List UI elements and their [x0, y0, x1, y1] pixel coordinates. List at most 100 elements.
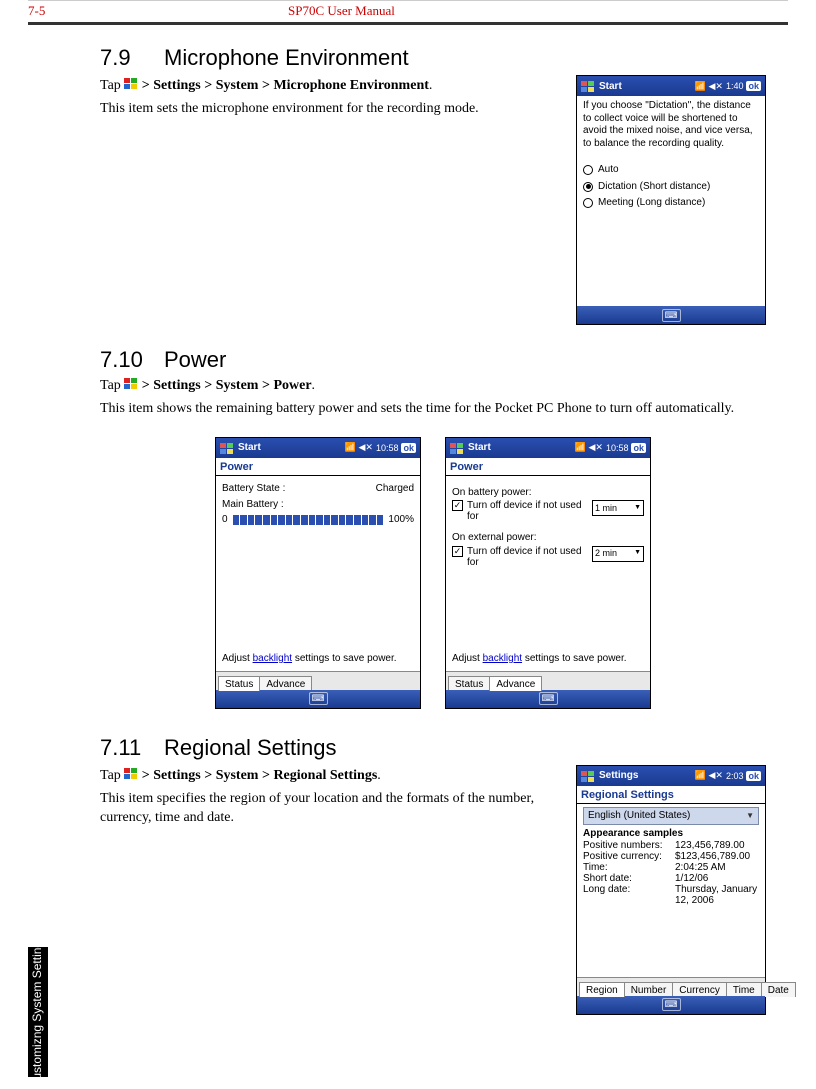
turnoff-label: Turn off device if not used for [467, 546, 588, 568]
titlebar-status-icons: 📶 ◀✕ 2:03 ok [695, 770, 761, 781]
screenshot-mic-env: Start 📶 ◀✕ 1:40 ok If you choose "Dictat… [576, 75, 766, 325]
tab-number[interactable]: Number [624, 982, 674, 997]
titlebar-title: Start [238, 442, 345, 453]
heading-number: 7.11 [100, 735, 164, 761]
backlight-hint: Adjust backlight settings to save power. [450, 651, 646, 672]
heading-title: Regional Settings [164, 735, 336, 760]
radio-option[interactable]: Meeting (Long distance) [583, 197, 759, 210]
tab-status[interactable]: Status [218, 676, 260, 691]
radio-label: Auto [598, 164, 619, 177]
screen-subtitle: Power [216, 458, 420, 475]
ok-button[interactable]: ok [401, 443, 416, 453]
sample-row: Positive currency:$123,456,789.00 [583, 851, 759, 862]
desc-7-9: This item sets the microphone environmen… [100, 100, 558, 119]
backlight-hint: Adjust backlight settings to save power. [220, 651, 416, 672]
duration-select[interactable]: 2 min [592, 546, 644, 562]
windows-flag-icon [124, 78, 138, 90]
titlebar-title: Start [599, 81, 695, 92]
desc-7-11: This item specifies the region of your l… [100, 790, 558, 828]
radio-label: Meeting (Long distance) [598, 197, 705, 210]
radio-option[interactable]: Auto [583, 164, 759, 177]
battery-state-value: Charged [376, 483, 414, 496]
screenshot-regional: Settings 📶 ◀✕ 2:03 ok Regional Settings … [576, 765, 766, 1015]
keyboard-icon[interactable]: ⌨ [662, 998, 681, 1011]
heading-number: 7.9 [100, 45, 164, 71]
backlight-link[interactable]: backlight [253, 653, 292, 664]
sample-value: $123,456,789.00 [675, 851, 759, 862]
titlebar-title: Start [468, 442, 575, 453]
desc-7-10: This item shows the remaining battery po… [100, 400, 766, 419]
titlebar-title: Settings [599, 770, 695, 781]
tab-status[interactable]: Status [448, 676, 490, 691]
tap-path-7-9: Tap > Settings > System > Microphone Env… [100, 77, 558, 96]
screenshot-power-advance: Start 📶 ◀✕ 10:58 ok Power On battery pow… [445, 437, 651, 709]
power-group-label: On battery power: [452, 487, 644, 500]
tap-path-7-11: Tap > Settings > System > Regional Setti… [100, 767, 558, 786]
heading-7-11: 7.11Regional Settings [100, 735, 766, 761]
screen-subtitle: Power [446, 458, 650, 475]
heading-title: Power [164, 347, 226, 372]
windows-flag-icon [581, 771, 595, 783]
windows-flag-icon [581, 81, 595, 93]
battery-state-label: Battery State : [222, 483, 285, 496]
screen-subtitle: Regional Settings [577, 786, 765, 803]
ok-button[interactable]: ok [746, 771, 761, 781]
keyboard-icon[interactable]: ⌨ [309, 692, 328, 705]
titlebar-status-icons: 📶 ◀✕ 10:58 ok [575, 442, 646, 453]
tab-currency[interactable]: Currency [672, 982, 727, 997]
page-number: 7-5 [28, 3, 288, 19]
heading-title: Microphone Environment [164, 45, 409, 70]
locale-select[interactable]: English (United States) [583, 807, 759, 825]
sample-key: Time: [583, 862, 675, 873]
tab-advance[interactable]: Advance [259, 676, 312, 691]
sample-row: Time:2:04:25 AM [583, 862, 759, 873]
sample-key: Positive currency: [583, 851, 675, 862]
windows-flag-icon [124, 768, 138, 780]
ok-button[interactable]: ok [631, 443, 646, 453]
radio-icon [583, 182, 593, 192]
sample-value: 2:04:25 AM [675, 862, 759, 873]
heading-7-10: 7.10Power [100, 347, 766, 373]
duration-select[interactable]: 1 min [592, 500, 644, 516]
windows-flag-icon [124, 378, 138, 390]
radio-icon [583, 165, 593, 175]
checkbox[interactable] [452, 546, 463, 557]
keyboard-icon[interactable]: ⌨ [662, 309, 681, 322]
radio-label: Dictation (Short distance) [598, 181, 710, 194]
turnoff-label: Turn off device if not used for [467, 500, 588, 522]
sample-row: Positive numbers:123,456,789.00 [583, 840, 759, 851]
sample-value: Thursday, January 12, 2006 [675, 884, 759, 906]
titlebar-status-icons: 📶 ◀✕ 1:40 ok [695, 81, 761, 92]
backlight-link[interactable]: backlight [483, 653, 522, 664]
sample-row: Long date:Thursday, January 12, 2006 [583, 884, 759, 906]
keyboard-icon[interactable]: ⌨ [539, 692, 558, 705]
main-battery-label: Main Battery : [222, 499, 414, 512]
radio-option[interactable]: Dictation (Short distance) [583, 181, 759, 194]
sample-value: 123,456,789.00 [675, 840, 759, 851]
mic-env-hint: If you choose "Dictation", the distance … [583, 100, 759, 150]
heading-7-9: 7.9Microphone Environment [100, 45, 766, 71]
screenshot-power-status: Start 📶 ◀✕ 10:58 ok Power Battery State … [215, 437, 421, 709]
progress-max: 100% [388, 514, 414, 527]
sample-value: 1/12/06 [675, 873, 759, 884]
section-side-tab: Customizng System Settings [28, 947, 48, 1077]
sample-row: Short date:1/12/06 [583, 873, 759, 884]
windows-flag-icon [450, 443, 464, 455]
tab-time[interactable]: Time [726, 982, 762, 997]
tab-advance[interactable]: Advance [489, 676, 542, 691]
progress-min: 0 [222, 514, 228, 527]
checkbox[interactable] [452, 500, 463, 511]
sample-key: Short date: [583, 873, 675, 884]
windows-flag-icon [220, 443, 234, 455]
sample-key: Long date: [583, 884, 675, 906]
tab-region[interactable]: Region [579, 982, 625, 997]
heading-number: 7.10 [100, 347, 164, 373]
power-group-label: On external power: [452, 532, 644, 545]
appearance-samples-label: Appearance samples [577, 828, 765, 839]
battery-progress-bar [232, 514, 385, 526]
radio-icon [583, 198, 593, 208]
tab-date[interactable]: Date [761, 982, 796, 997]
tap-path-7-10: Tap > Settings > System > Power. [100, 377, 766, 396]
ok-button[interactable]: ok [746, 81, 761, 91]
manual-title: SP70C User Manual [288, 3, 395, 19]
